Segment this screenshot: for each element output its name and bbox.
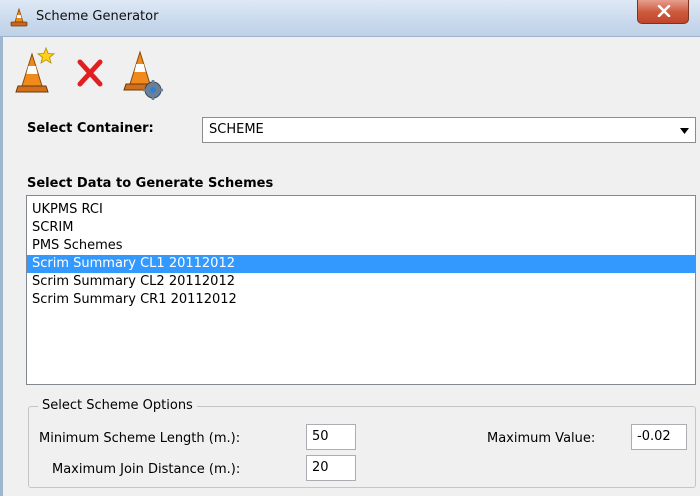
list-item[interactable]: PMS Schemes xyxy=(27,237,695,255)
close-button[interactable] xyxy=(637,0,689,24)
list-item[interactable]: Scrim Summary CR1 20112012 xyxy=(27,291,695,309)
scheme-settings-button[interactable] xyxy=(120,46,164,100)
list-item-selected[interactable]: Scrim Summary CL1 20112012 xyxy=(27,255,695,273)
min-length-label: Minimum Scheme Length (m.): xyxy=(39,431,241,446)
max-join-field[interactable]: 20 xyxy=(306,455,356,481)
cone-gear-icon xyxy=(123,50,163,100)
scheme-options-legend: Select Scheme Options xyxy=(38,398,197,413)
traffic-cone-icon xyxy=(10,7,28,27)
max-value-label: Maximum Value: xyxy=(487,431,596,446)
max-join-label: Maximum Join Distance (m.): xyxy=(52,462,241,477)
close-icon xyxy=(657,5,671,17)
select-data-label: Select Data to Generate Schemes xyxy=(27,176,274,191)
new-scheme-button[interactable] xyxy=(14,46,58,98)
cone-star-icon xyxy=(15,46,56,93)
title-bar: Scheme Generator xyxy=(0,0,700,37)
container-dropdown[interactable]: SCHEME xyxy=(202,117,696,143)
scheme-generator-window: Scheme Generator Select Container: SCHEM… xyxy=(0,0,700,496)
toolbar xyxy=(0,38,700,108)
list-item[interactable]: SCRIM xyxy=(27,219,695,237)
max-value-field[interactable]: -0.02 xyxy=(631,424,687,450)
container-dropdown-value: SCHEME xyxy=(209,122,264,137)
chevron-down-icon xyxy=(680,128,689,134)
list-item[interactable]: Scrim Summary CL2 20112012 xyxy=(27,273,695,291)
select-container-label: Select Container: xyxy=(27,121,154,136)
red-x-icon xyxy=(77,59,103,87)
delete-button[interactable] xyxy=(70,54,110,94)
min-length-field[interactable]: 50 xyxy=(306,424,356,450)
window-title: Scheme Generator xyxy=(36,9,159,24)
data-listbox[interactable]: UKPMS RCI SCRIM PMS Schemes Scrim Summar… xyxy=(26,195,696,385)
list-item[interactable]: UKPMS RCI xyxy=(27,201,695,219)
